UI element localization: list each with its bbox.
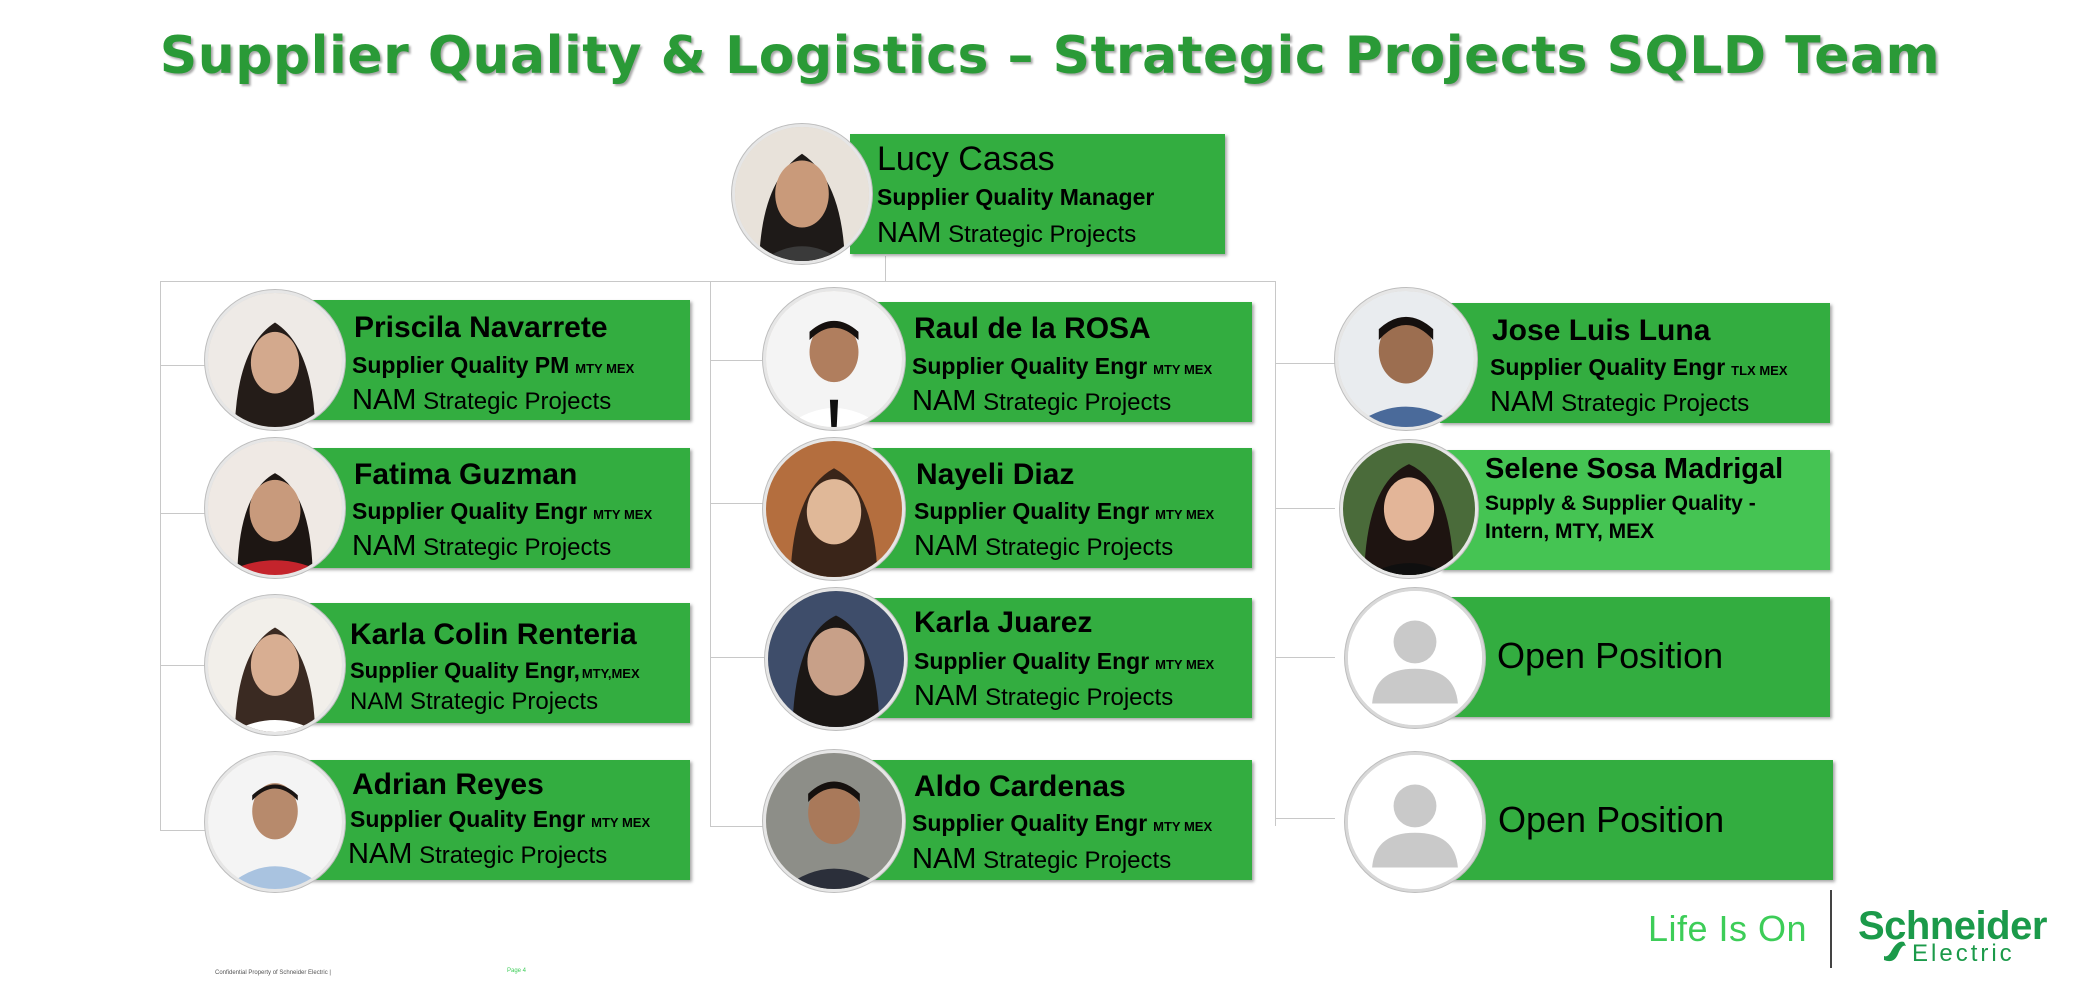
member-photo [205,290,345,430]
member-photo [1340,440,1478,578]
member-photo [763,438,905,580]
member-org: NAM Strategic Projects [914,530,1174,562]
life-is-on-tagline: Life Is On [1648,908,1808,949]
member-name: Priscila Navarrete [354,311,608,344]
member-photo [1335,288,1477,430]
page-title: Supplier Quality & Logistics – Strategic… [159,26,1941,86]
member-org: NAM Strategic Projects [350,688,599,715]
manager-org: NAM Strategic Projects [877,217,1137,249]
member-name: Nayeli Diaz [916,458,1075,491]
member-org: NAM Strategic Projects [912,385,1172,417]
member-photo [763,288,905,430]
member-role: Supplier Quality Engr TLX MEX [1490,354,1788,380]
placeholder-person-icon [1345,588,1485,728]
member-role: Supplier Quality Engr MTY MEX [352,498,653,524]
manager-name: Lucy Casas [877,140,1055,178]
member-name: Karla Colin Renteria [350,618,637,651]
member-role: Supplier Quality Engr MTY MEX [914,498,1215,524]
member-org: NAM Strategic Projects [1490,386,1750,418]
member-photo [205,438,345,578]
member-org: NAM Strategic Projects [912,843,1172,875]
open-position-label: Open Position [1497,635,1724,676]
member-role: Supplier Quality Engr MTY MEX [912,810,1213,836]
footer-confidential-note: Confidential Property of Schneider Elect… [215,970,331,976]
member-photo [763,750,905,892]
member-name: Adrian Reyes [352,768,544,801]
member-name: Karla Juarez [914,606,1093,639]
footer-page-number: Page 4 [507,968,527,974]
member-name: Raul de la ROSA [914,312,1151,345]
member-role: Supply & Supplier Quality - Intern, MTY,… [1485,492,1756,543]
manager-photo [732,124,872,264]
member-name: Jose Luis Luna [1492,314,1711,347]
member-org: NAM Strategic Projects [914,680,1174,712]
member-org: NAM Strategic Projects [348,838,608,870]
member-role: Supplier Quality Engr MTY MEX [912,353,1213,379]
member-name: Selene Sosa Madrigal [1485,453,1784,485]
member-role: Supplier Quality Engr, MTY,MEX [350,658,640,683]
member-role: Supplier Quality Engr MTY MEX [350,806,651,832]
schneider-logo-icon [1884,941,1906,962]
member-role: Supplier Quality PM MTY MEX [352,352,635,378]
member-org: NAM Strategic Projects [352,530,612,562]
brand-divider [1830,890,1832,968]
open-position-label: Open Position [1498,799,1725,840]
member-org: NAM Strategic Projects [352,384,612,416]
member-name: Aldo Cardenas [914,770,1126,803]
member-photo [765,588,907,730]
manager-role: Supplier Quality Manager [877,184,1155,210]
member-photo [205,752,345,892]
member-role: Supplier Quality Engr MTY MEX [914,648,1215,674]
brand-name-line2: Electric [1912,940,2015,967]
member-name: Fatima Guzman [354,458,578,491]
member-photo [205,595,345,735]
placeholder-person-icon [1345,752,1485,892]
